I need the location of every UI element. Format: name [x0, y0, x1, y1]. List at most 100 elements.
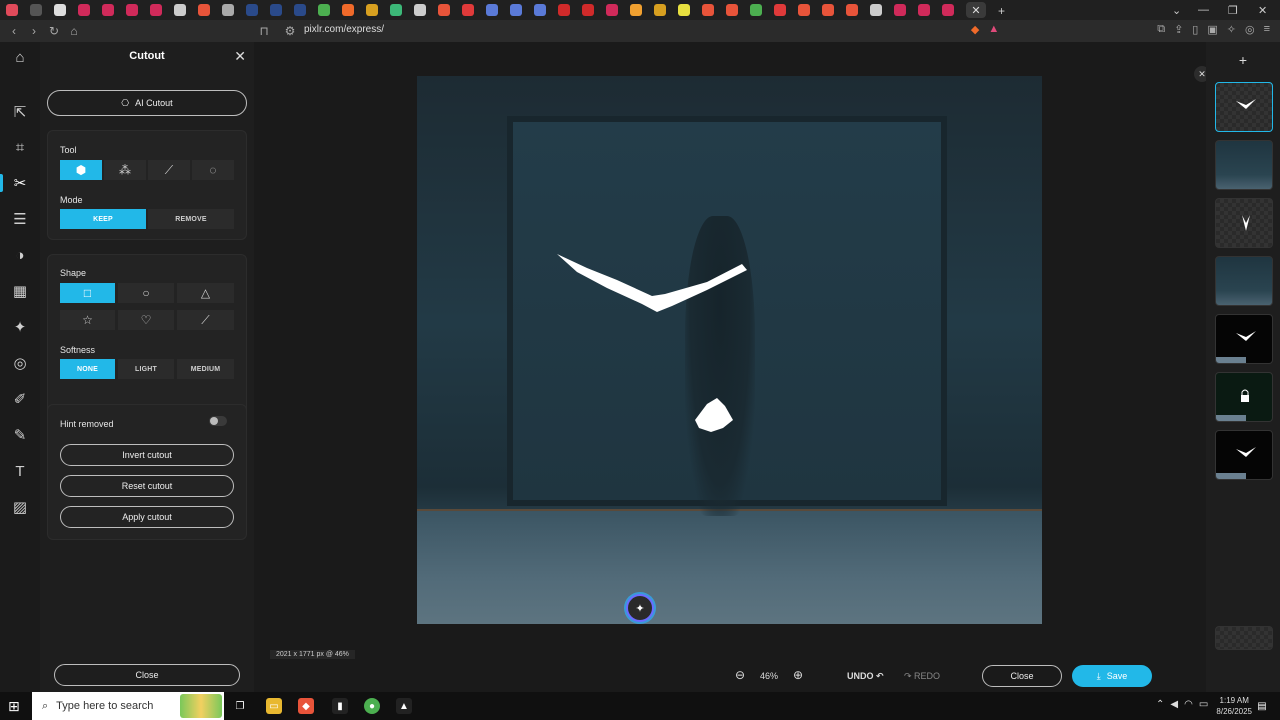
- adjust-icon[interactable]: ☰: [0, 204, 40, 234]
- bookmark-icon[interactable]: ⊓: [254, 24, 274, 38]
- shape-square-button[interactable]: □: [60, 283, 115, 303]
- filter-icon[interactable]: ◑: [0, 240, 40, 270]
- tab-favicon[interactable]: [414, 4, 426, 16]
- back-icon[interactable]: ‹: [4, 24, 24, 38]
- liquify-icon[interactable]: ◎: [0, 348, 40, 378]
- tab-favicon[interactable]: [822, 4, 834, 16]
- tab-favicon[interactable]: [270, 4, 282, 16]
- forward-icon[interactable]: ›: [24, 24, 44, 38]
- smart-brush-tool[interactable]: ⬢: [60, 160, 102, 180]
- canvas-image[interactable]: [417, 76, 1042, 624]
- close-window-icon[interactable]: ✕: [1258, 0, 1267, 20]
- tab-favicon[interactable]: [6, 4, 18, 16]
- ai-assistant-button[interactable]: ✦: [626, 594, 654, 622]
- softness-medium-button[interactable]: MEDIUM: [177, 359, 234, 379]
- search-highlight-image[interactable]: [180, 694, 222, 718]
- tab-favicon[interactable]: [894, 4, 906, 16]
- close-icon[interactable]: ✕: [234, 48, 246, 65]
- tab-favicon[interactable]: [918, 4, 930, 16]
- home-icon[interactable]: ⌂: [0, 42, 40, 72]
- tab-favicon[interactable]: [246, 4, 258, 16]
- tab-favicon[interactable]: [630, 4, 642, 16]
- brave-shield-icon[interactable]: ◆: [971, 23, 979, 36]
- brush-tool[interactable]: ⟋: [148, 160, 190, 180]
- tab-favicon[interactable]: [294, 4, 306, 16]
- zoom-out-icon[interactable]: ⊖: [735, 668, 745, 682]
- tab-favicon[interactable]: [774, 4, 786, 16]
- tab-favicon[interactable]: [606, 4, 618, 16]
- tab-favicon[interactable]: [702, 4, 714, 16]
- tab-favicon[interactable]: [342, 4, 354, 16]
- new-tab-icon[interactable]: +: [998, 4, 1005, 18]
- tab-favicon[interactable]: [510, 4, 522, 16]
- battery-icon[interactable]: ▭: [1199, 699, 1208, 710]
- url-field[interactable]: pixlr.com/express/: [304, 24, 384, 35]
- tab-favicon[interactable]: [438, 4, 450, 16]
- site-settings-icon[interactable]: ⚙: [280, 24, 300, 38]
- task-view-icon[interactable]: ❐: [232, 698, 248, 714]
- tab-favicon[interactable]: [678, 4, 690, 16]
- tab-favicon[interactable]: [558, 4, 570, 16]
- ai-leo-icon[interactable]: ✧: [1227, 23, 1236, 36]
- tab-favicon[interactable]: [174, 4, 186, 16]
- wallet-icon[interactable]: ▣: [1207, 23, 1217, 36]
- text-icon[interactable]: T: [0, 456, 40, 486]
- layer-thumbnail[interactable]: [1215, 82, 1273, 132]
- tab-favicon[interactable]: [846, 4, 858, 16]
- layer-thumbnail[interactable]: [1215, 256, 1273, 306]
- shape-line-button[interactable]: ⟋: [177, 310, 234, 330]
- tab-favicon[interactable]: [726, 4, 738, 16]
- zoom-in-icon[interactable]: ⊕: [793, 668, 803, 682]
- mode-keep-button[interactable]: KEEP: [60, 209, 146, 229]
- tab-favicon[interactable]: [942, 4, 954, 16]
- tab-close-icon[interactable]: ✕: [966, 2, 986, 18]
- tab-favicon[interactable]: [750, 4, 762, 16]
- layer-thumbnail[interactable]: [1215, 140, 1273, 190]
- tab-favicon[interactable]: [30, 4, 42, 16]
- layer-thumbnail[interactable]: [1215, 430, 1273, 480]
- tab-favicon[interactable]: [54, 4, 66, 16]
- tab-search-icon[interactable]: ⌄: [1172, 0, 1181, 20]
- magic-wand-tool[interactable]: ⁂: [104, 160, 146, 180]
- sidebar-icon[interactable]: ▯: [1192, 23, 1198, 36]
- apply-cutout-button[interactable]: Apply cutout: [60, 506, 234, 528]
- shape-triangle-button[interactable]: △: [177, 283, 234, 303]
- tab-favicon[interactable]: [582, 4, 594, 16]
- shape-star-button[interactable]: ☆: [60, 310, 115, 330]
- layer-thumbnail[interactable]: [1215, 314, 1273, 364]
- vpn-icon[interactable]: ◎: [1245, 23, 1255, 36]
- arrange-icon[interactable]: ⇱: [0, 97, 40, 127]
- extensions-icon[interactable]: ⧉: [1157, 23, 1165, 36]
- shape-circle-button[interactable]: ○: [118, 283, 174, 303]
- empty-layer-slot[interactable]: [1215, 626, 1273, 650]
- audio-app-icon[interactable]: ▮: [332, 698, 348, 714]
- reset-cutout-button[interactable]: Reset cutout: [60, 475, 234, 497]
- effect-icon[interactable]: ▦: [0, 276, 40, 306]
- notifications-icon[interactable]: ▤: [1254, 698, 1270, 714]
- tab-favicon[interactable]: [198, 4, 210, 16]
- cutout-icon[interactable]: ✂: [0, 168, 40, 198]
- tray-chevron-icon[interactable]: ⌃: [1156, 699, 1164, 710]
- close-button[interactable]: Close: [982, 665, 1062, 687]
- tab-favicon[interactable]: [222, 4, 234, 16]
- home-page-icon[interactable]: ⌂: [64, 24, 84, 38]
- layer-thumbnail[interactable]: [1215, 372, 1273, 422]
- add-layer-icon[interactable]: +: [1206, 52, 1280, 68]
- layer-thumbnail[interactable]: [1215, 198, 1273, 248]
- hint-removed-toggle[interactable]: [209, 416, 227, 426]
- speaker-icon[interactable]: ◀: [1170, 699, 1178, 710]
- minimize-icon[interactable]: —: [1198, 0, 1209, 20]
- tab-favicon[interactable]: [150, 4, 162, 16]
- tab-favicon[interactable]: [78, 4, 90, 16]
- tab-favicon[interactable]: [318, 4, 330, 16]
- draw-icon[interactable]: ✎: [0, 420, 40, 450]
- softness-none-button[interactable]: NONE: [60, 359, 115, 379]
- tab-favicon[interactable]: [462, 4, 474, 16]
- tab-favicon[interactable]: [654, 4, 666, 16]
- panel-close-button[interactable]: Close: [54, 664, 240, 686]
- taskbar-clock[interactable]: 1:19 AM 8/26/2025: [1216, 695, 1252, 717]
- texture-icon[interactable]: ▨: [0, 492, 40, 522]
- tab-favicon[interactable]: [798, 4, 810, 16]
- ai-generate-icon[interactable]: ✦: [0, 312, 40, 342]
- restore-icon[interactable]: ❐: [1228, 0, 1238, 20]
